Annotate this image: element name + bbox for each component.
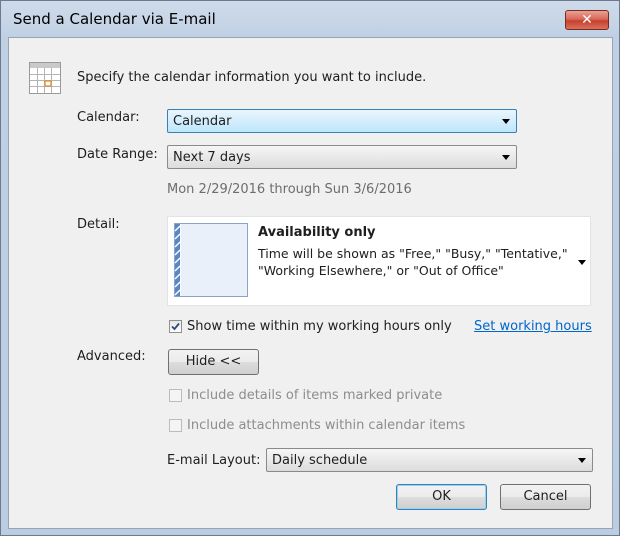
include-attachments-label: Include attachments within calendar item…	[187, 418, 466, 433]
set-working-hours-link[interactable]: Set working hours	[474, 319, 592, 334]
date-range-label: Date Range:	[77, 147, 158, 162]
calendar-icon	[29, 62, 61, 94]
detail-label: Detail:	[77, 217, 120, 232]
close-icon: ✕	[581, 12, 593, 28]
include-private-checkbox[interactable]	[169, 389, 182, 402]
close-button[interactable]: ✕	[565, 10, 609, 30]
email-layout-label: E-mail Layout:	[167, 453, 261, 468]
chevron-down-icon	[502, 155, 510, 160]
date-range-summary: Mon 2/29/2016 through Sun 3/6/2016	[167, 182, 412, 197]
date-range-value: Next 7 days	[173, 150, 251, 165]
detail-title: Availability only	[258, 225, 376, 240]
ok-button[interactable]: OK	[396, 484, 487, 510]
detail-selector[interactable]: Availability only Time will be shown as …	[167, 216, 591, 306]
chevron-down-icon	[578, 458, 586, 463]
calendar-select-value: Calendar	[173, 114, 232, 129]
detail-description-line1: Time will be shown as "Free," "Busy," "T…	[258, 246, 568, 261]
detail-description-line2: "Working Elsewhere," or "Out of Office"	[258, 263, 504, 278]
dialog-body: Specify the calendar information you wan…	[8, 37, 613, 529]
checkmark-icon	[171, 322, 180, 331]
window-title: Send a Calendar via E-mail	[13, 10, 216, 28]
calendar-select[interactable]: Calendar	[167, 109, 517, 133]
advanced-label: Advanced:	[77, 349, 146, 364]
include-private-label: Include details of items marked private	[187, 388, 443, 403]
instruction-text: Specify the calendar information you wan…	[77, 70, 427, 85]
date-range-select[interactable]: Next 7 days	[167, 145, 517, 169]
include-attachments-checkbox[interactable]	[169, 419, 182, 432]
chevron-down-icon	[502, 119, 510, 124]
hide-advanced-button[interactable]: Hide <<	[168, 349, 259, 375]
calendar-label: Calendar:	[77, 110, 140, 125]
email-layout-value: Daily schedule	[272, 453, 368, 468]
email-layout-select[interactable]: Daily schedule	[266, 448, 593, 472]
availability-preview-icon	[174, 223, 248, 297]
working-hours-checkbox[interactable]	[169, 320, 182, 333]
chevron-down-icon[interactable]	[578, 260, 586, 265]
title-bar[interactable]: Send a Calendar via E-mail ✕	[1, 1, 619, 37]
dialog-window: Send a Calendar via E-mail ✕ Specify the…	[0, 0, 620, 536]
working-hours-label[interactable]: Show time within my working hours only	[187, 319, 452, 334]
cancel-button[interactable]: Cancel	[500, 484, 591, 510]
